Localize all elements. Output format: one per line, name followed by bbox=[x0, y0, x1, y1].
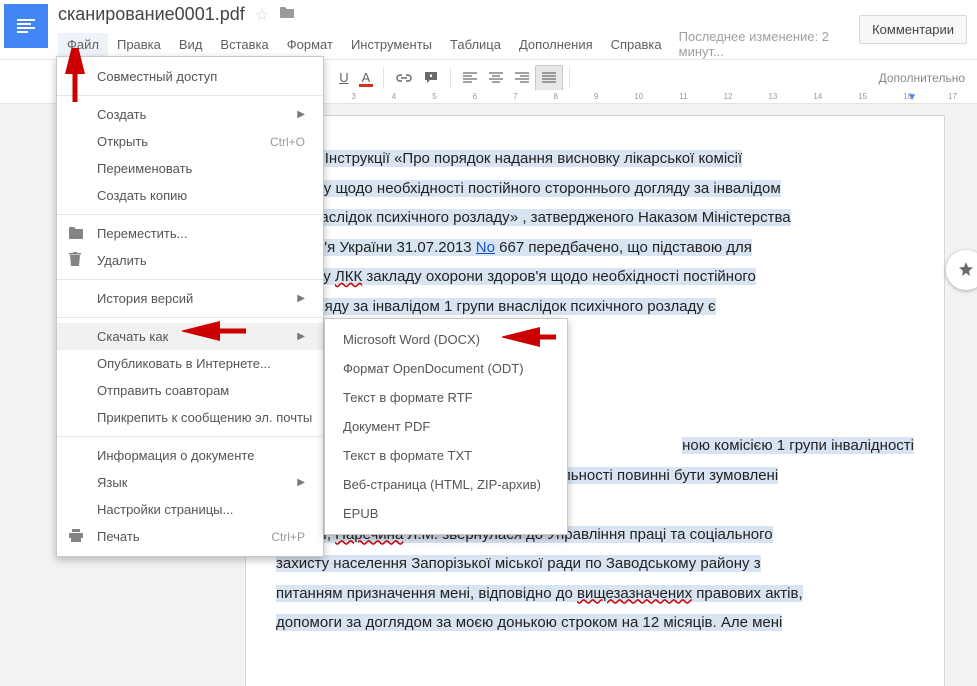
menu-item-page-setup[interactable]: Настройки страницы... bbox=[57, 496, 323, 523]
app-header: сканирование0001.pdf ☆ Файл Правка Вид В… bbox=[0, 0, 977, 60]
underline-icon[interactable]: U bbox=[333, 65, 355, 91]
annotation-arrow-1 bbox=[63, 48, 91, 106]
submenu-item-txt[interactable]: Текст в формате TXT bbox=[325, 441, 567, 470]
align-left-icon[interactable] bbox=[457, 65, 483, 91]
star-icon[interactable]: ☆ bbox=[255, 5, 269, 25]
menu-edit[interactable]: Правка bbox=[108, 33, 170, 56]
menu-tools[interactable]: Инструменты bbox=[342, 33, 441, 56]
menu-item-print[interactable]: ПечатьCtrl+P bbox=[57, 523, 323, 550]
last-edit-label[interactable]: Последнее изменение: 2 минут... bbox=[679, 29, 859, 59]
body-line[interactable]: упи внаслідок психічного розладу» , затв… bbox=[276, 209, 791, 226]
body-line[interactable]: ною комісією 1 групи інвалідності bbox=[682, 437, 914, 454]
text-color-icon[interactable]: A bbox=[355, 65, 377, 91]
explore-icon bbox=[957, 261, 975, 279]
trash-icon bbox=[69, 252, 81, 269]
print-icon bbox=[69, 529, 83, 545]
ruler-handle-icon[interactable]: ▼ bbox=[907, 92, 917, 103]
body-line[interactable]: го догляду за інвалідом 1 групи внаслідо… bbox=[276, 298, 716, 315]
menu-item-new[interactable]: Создать▶ bbox=[57, 101, 323, 128]
submenu-item-odt[interactable]: Формат OpenDocument (ODT) bbox=[325, 354, 567, 383]
link-icon[interactable] bbox=[390, 65, 418, 91]
submenu-item-rtf[interactable]: Текст в формате RTF bbox=[325, 383, 567, 412]
menu-item-open[interactable]: ОткрытьCtrl+O bbox=[57, 128, 323, 155]
explore-fab[interactable] bbox=[946, 250, 977, 290]
submenu-arrow-icon: ▶ bbox=[297, 109, 305, 120]
body-line[interactable]: допомоги за доглядом за моєю донькою стр… bbox=[276, 614, 782, 631]
body-line[interactable]: захисту населення Запорізької міської ра… bbox=[276, 555, 761, 572]
menu-item-doc-info[interactable]: Информация о документе bbox=[57, 442, 323, 469]
menu-item-share[interactable]: Совместный доступ bbox=[57, 63, 323, 90]
menu-item-delete[interactable]: Удалить bbox=[57, 247, 323, 274]
annotation-arrow-3 bbox=[502, 326, 562, 348]
menu-item-language[interactable]: Язык▶ bbox=[57, 469, 323, 496]
ruler-ticks: 12134567891011121314151617 bbox=[230, 90, 957, 103]
comments-button[interactable]: Комментарии bbox=[859, 15, 967, 44]
menu-addons[interactable]: Дополнения bbox=[510, 33, 602, 56]
menu-item-attach-email[interactable]: Прикрепить к сообщению эл. почты bbox=[57, 404, 323, 431]
align-center-icon[interactable] bbox=[483, 65, 509, 91]
file-dropdown: Совместный доступ Создать▶ ОткрытьCtrl+O… bbox=[56, 56, 324, 557]
submenu-arrow-icon: ▶ bbox=[297, 331, 305, 342]
menu-table[interactable]: Таблица bbox=[441, 33, 510, 56]
toolbar-more[interactable]: Дополнительно bbox=[879, 71, 973, 85]
body-mark[interactable]: вищезазначених bbox=[577, 585, 692, 602]
body-line[interactable]: питанням призначення мені, відповідно до bbox=[276, 585, 577, 602]
menu-format[interactable]: Формат bbox=[278, 33, 342, 56]
body-mark[interactable]: ЛКК bbox=[335, 268, 362, 285]
body-line[interactable]: 667 передбачено, що підставою для bbox=[495, 239, 752, 256]
menu-view[interactable]: Вид bbox=[170, 33, 212, 56]
submenu-item-html[interactable]: Веб-страница (HTML, ZIP-архив) bbox=[325, 470, 567, 499]
docs-logo[interactable] bbox=[4, 4, 48, 48]
annotation-arrow-2 bbox=[182, 320, 252, 342]
body-line[interactable]: ктом 4 Інструкції «Про порядок надання в… bbox=[276, 150, 742, 167]
align-justify-icon[interactable] bbox=[535, 65, 563, 91]
menu-insert[interactable]: Вставка bbox=[211, 33, 277, 56]
menu-item-publish[interactable]: Опубликовать в Интернете... bbox=[57, 350, 323, 377]
menu-bar: Файл Правка Вид Вставка Формат Инструмен… bbox=[58, 29, 859, 59]
body-line[interactable]: закладу охорони здоров'я щодо необхіднос… bbox=[362, 268, 756, 285]
menu-item-copy[interactable]: Создать копию bbox=[57, 182, 323, 209]
submenu-item-pdf[interactable]: Документ PDF bbox=[325, 412, 567, 441]
body-link[interactable]: No bbox=[476, 239, 495, 256]
align-right-icon[interactable] bbox=[509, 65, 535, 91]
folder-icon bbox=[69, 226, 83, 242]
body-line[interactable]: правових актів, bbox=[692, 585, 803, 602]
submenu-arrow-icon: ▶ bbox=[297, 477, 305, 488]
doc-header: сканирование0001.pdf ☆ Файл Правка Вид В… bbox=[48, 0, 859, 59]
submenu-arrow-icon: ▶ bbox=[297, 293, 305, 304]
menu-item-move[interactable]: Переместить... bbox=[57, 220, 323, 247]
folder-icon[interactable] bbox=[279, 6, 295, 23]
menu-item-email-collab[interactable]: Отправить соавторам bbox=[57, 377, 323, 404]
comment-icon[interactable] bbox=[418, 65, 444, 91]
menu-help[interactable]: Справка bbox=[602, 33, 671, 56]
menu-item-history[interactable]: История версий▶ bbox=[57, 285, 323, 312]
download-submenu: Microsoft Word (DOCX) Формат OpenDocumen… bbox=[324, 318, 568, 535]
menu-item-rename[interactable]: Переименовать bbox=[57, 155, 323, 182]
docs-logo-icon bbox=[17, 19, 35, 33]
submenu-item-epub[interactable]: EPUB bbox=[325, 499, 567, 528]
body-line[interactable]: закладу щодо необхідності постійного сто… bbox=[276, 180, 781, 197]
doc-title[interactable]: сканирование0001.pdf bbox=[58, 4, 245, 25]
